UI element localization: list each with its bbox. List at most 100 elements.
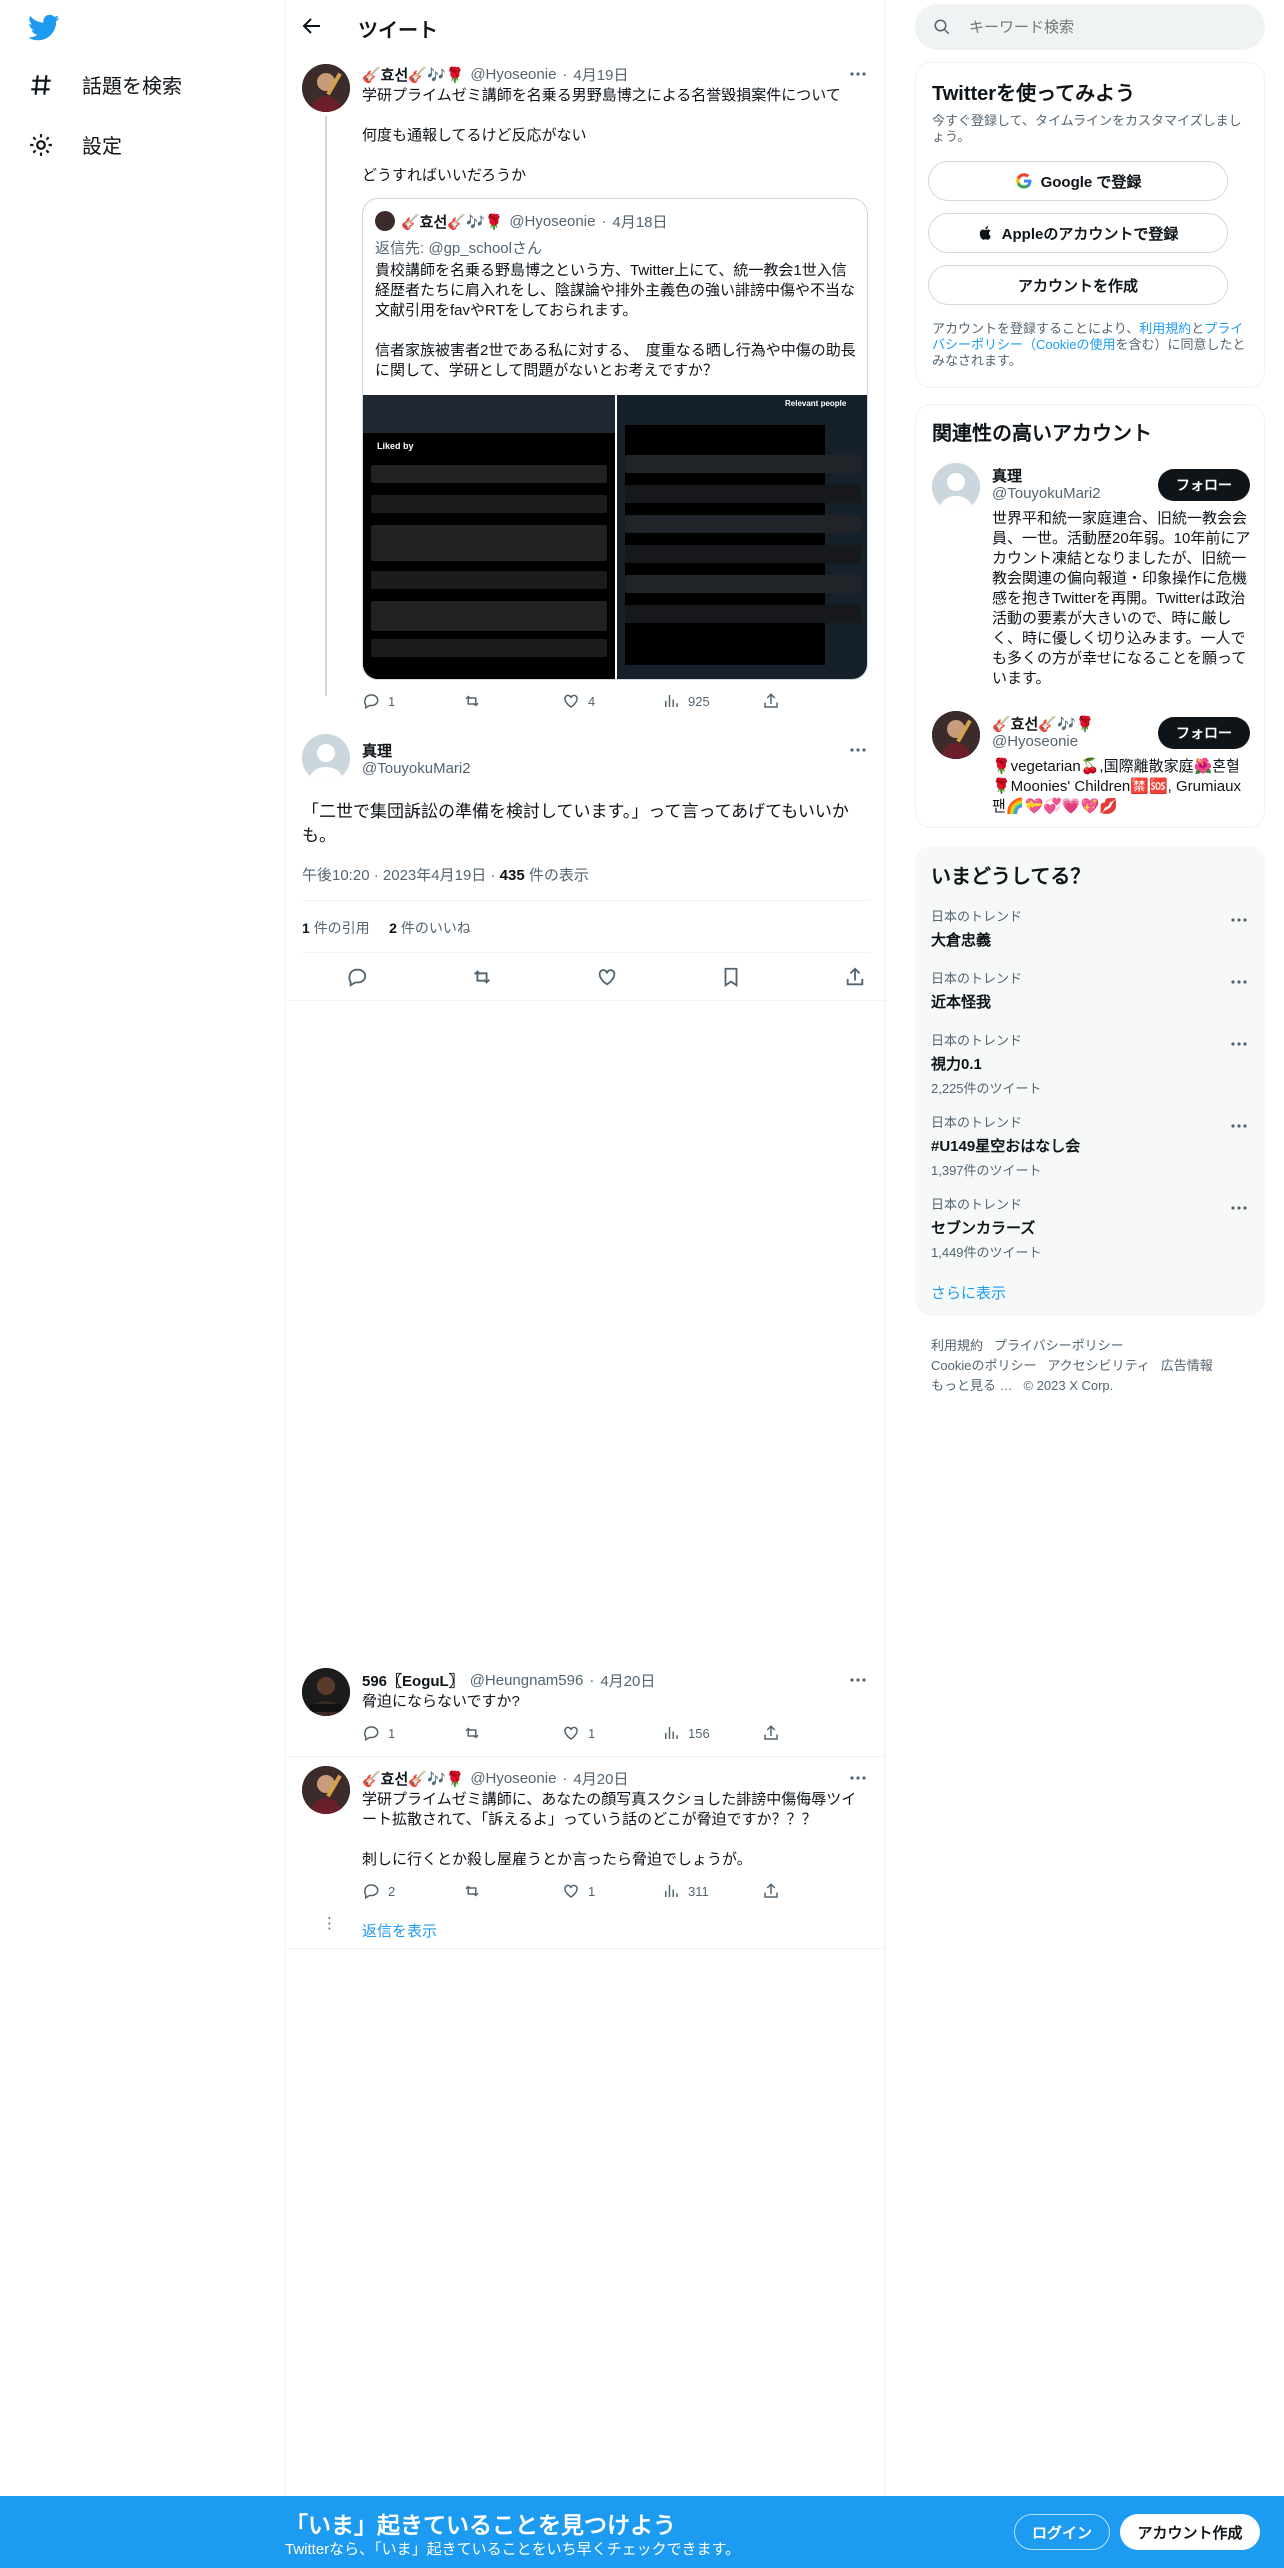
tweet-text: 脅迫にならないですか? — [362, 1693, 520, 1710]
like-button[interactable]: 1 — [562, 1724, 662, 1742]
show-replies-link[interactable]: 返信を表示 — [362, 1920, 437, 1941]
terms-link[interactable]: 利用規約 — [1139, 321, 1191, 336]
quote-header: 🎸효선🎸🎶🌹 @Hyoseonie · 4月18日 — [401, 213, 668, 231]
trend-item[interactable]: 日本のトレンド 近本怪我 — [931, 968, 1251, 1012]
like-button[interactable]: 1 — [562, 1882, 662, 1900]
more-icon[interactable] — [848, 64, 868, 84]
footer-accessibility-link[interactable]: アクセシビリティ — [1047, 1358, 1150, 1373]
retweet-button[interactable] — [462, 1882, 562, 1900]
tweet-date[interactable]: 4月20日 — [573, 1768, 628, 1789]
more-icon[interactable] — [1229, 972, 1249, 992]
trend-item[interactable]: 日本のトレンド 大倉忠義 — [931, 906, 1251, 950]
trend-item[interactable]: 日本のトレンド #U149星空おはなし会 1,397件のツイート — [931, 1112, 1251, 1179]
attached-screenshot[interactable]: Relevant people — [617, 395, 867, 679]
like-button[interactable]: 4 — [562, 692, 662, 710]
views-button[interactable]: 156 — [662, 1724, 762, 1742]
more-icon[interactable] — [1229, 1116, 1249, 1136]
footer-ads-link[interactable]: 広告情報 — [1161, 1358, 1213, 1373]
more-icon[interactable] — [848, 1670, 868, 1690]
login-button[interactable]: ログイン — [1014, 2514, 1110, 2550]
display-name[interactable]: 真理 — [992, 465, 1022, 486]
share-button[interactable] — [762, 1724, 862, 1742]
footer-cookie-link[interactable]: Cookieのポリシー — [931, 1358, 1036, 1373]
handle[interactable]: @TouyokuMari2 — [362, 760, 471, 777]
apple-signup-button[interactable]: Appleのアカウントで登録 — [928, 213, 1228, 253]
google-signup-button[interactable]: Google で登録 — [928, 161, 1228, 201]
display-name[interactable]: 🎸효선🎸🎶🌹 — [362, 64, 464, 85]
tweet-actions: 1 1 156 — [362, 1724, 862, 1742]
search-input[interactable] — [969, 16, 1249, 38]
signup-button[interactable]: アカウント作成 — [1120, 2514, 1260, 2550]
reply-button[interactable]: 1 — [362, 692, 462, 710]
quote-count[interactable]: 1 件の引用 — [302, 920, 370, 936]
tweet-actions: 1 4 925 — [362, 692, 862, 710]
signup-subtitle: 今すぐ登録して、タイムラインをカスタマイズしましょう。 — [932, 113, 1242, 144]
retweet-button[interactable] — [462, 692, 562, 710]
more-icon[interactable] — [1229, 1198, 1249, 1218]
search-box[interactable] — [915, 4, 1265, 50]
reply-button[interactable]: 2 — [362, 1882, 462, 1900]
attached-screenshot[interactable]: Liked by — [363, 395, 615, 679]
main-column: ツイート 🎸효선🎸🎶🌹 @Hyoseonie · 4月19日 学研プライムゼミ講… — [285, 0, 886, 2568]
show-more-trends-link[interactable]: さらに表示 — [931, 1282, 1006, 1303]
handle[interactable]: @Heungnam596 — [470, 1672, 584, 1689]
reply-button[interactable]: 1 — [362, 1724, 462, 1742]
twitter-logo-icon[interactable] — [28, 14, 60, 42]
avatar[interactable] — [302, 734, 350, 782]
footer-privacy-link[interactable]: プライバシーポリシー — [994, 1338, 1124, 1353]
tweet-header: 596〖EoguL〗 @Heungnam596 · 4月20日 — [362, 1670, 656, 1691]
trend-item[interactable]: 日本のトレンド セブンカラーズ 1,449件のツイート — [931, 1194, 1251, 1261]
tweet-date[interactable]: 4月20日 — [600, 1670, 655, 1691]
share-button[interactable] — [762, 1882, 862, 1900]
more-icon[interactable] — [1229, 910, 1249, 930]
nav-settings-label: 設定 — [82, 136, 122, 158]
trend-item[interactable]: 日本のトレンド 視力0.1 2,225件のツイート — [931, 1030, 1251, 1097]
retweet-icon — [462, 692, 482, 710]
reply-icon[interactable] — [346, 966, 368, 988]
quoted-tweet[interactable]: 🎸효선🎸🎶🌹 @Hyoseonie · 4月18日 返信先: @gp_schoo… — [362, 198, 868, 680]
avatar[interactable] — [302, 64, 350, 112]
avatar — [375, 211, 395, 231]
avatar[interactable] — [302, 1766, 350, 1814]
like-count[interactable]: 2 件のいいね — [389, 920, 471, 936]
retweet-icon — [462, 1724, 482, 1742]
handle[interactable]: @Hyoseonie — [470, 66, 556, 83]
bookmark-icon[interactable] — [720, 966, 742, 988]
tweet-date[interactable]: 4月19日 — [573, 64, 628, 85]
share-button[interactable] — [762, 692, 862, 710]
views-button[interactable]: 311 — [662, 1882, 762, 1900]
avatar[interactable] — [302, 1668, 350, 1716]
nav-settings[interactable]: 設定 — [28, 130, 122, 159]
more-icon[interactable] — [848, 740, 868, 760]
create-account-button[interactable]: アカウントを作成 — [928, 265, 1228, 305]
nav-explore[interactable]: 話題を検索 — [28, 70, 182, 99]
retweet-icon[interactable] — [470, 966, 494, 988]
display-name[interactable]: 596〖EoguL〗 — [362, 1670, 464, 1691]
nav-explore-label: 話題を検索 — [82, 76, 182, 98]
more-icon[interactable] — [1229, 1034, 1249, 1054]
handle[interactable]: @TouyokuMari2 — [992, 485, 1101, 502]
display-name: 🎸효선🎸🎶🌹 — [401, 214, 504, 231]
avatar[interactable] — [932, 463, 980, 511]
quote-text: 貴校講師を名乗る野島博之という方、Twitter上にて、統一教会1世入信経歴者た… — [375, 262, 856, 379]
follow-button[interactable]: フォロー — [1158, 469, 1250, 501]
like-icon — [562, 692, 580, 710]
tweet-actions: 2 1 311 — [362, 1882, 862, 1900]
retweet-button[interactable] — [462, 1724, 562, 1742]
back-arrow-icon[interactable] — [300, 14, 324, 38]
follow-button[interactable]: フォロー — [1158, 717, 1250, 749]
footer-more-link[interactable]: もっと見る … — [931, 1378, 1013, 1393]
display-name[interactable]: 🎸효선🎸🎶🌹 — [992, 713, 1094, 734]
handle[interactable]: @Hyoseonie — [992, 733, 1078, 750]
views-button[interactable]: 925 — [662, 692, 762, 710]
avatar[interactable] — [932, 711, 980, 759]
share-icon[interactable] — [844, 966, 866, 988]
footer-terms-link[interactable]: 利用規約 — [931, 1338, 983, 1353]
handle[interactable]: @Hyoseonie — [470, 1770, 556, 1787]
tweet-timestamp[interactable]: 午後10:20 · 2023年4月19日 · 435 件の表示 — [302, 864, 589, 885]
main-tweet-actions — [346, 966, 866, 988]
display-name[interactable]: 真理 — [362, 740, 392, 761]
like-icon[interactable] — [596, 966, 618, 988]
more-icon[interactable] — [848, 1768, 868, 1788]
display-name[interactable]: 🎸효선🎸🎶🌹 — [362, 1768, 464, 1789]
